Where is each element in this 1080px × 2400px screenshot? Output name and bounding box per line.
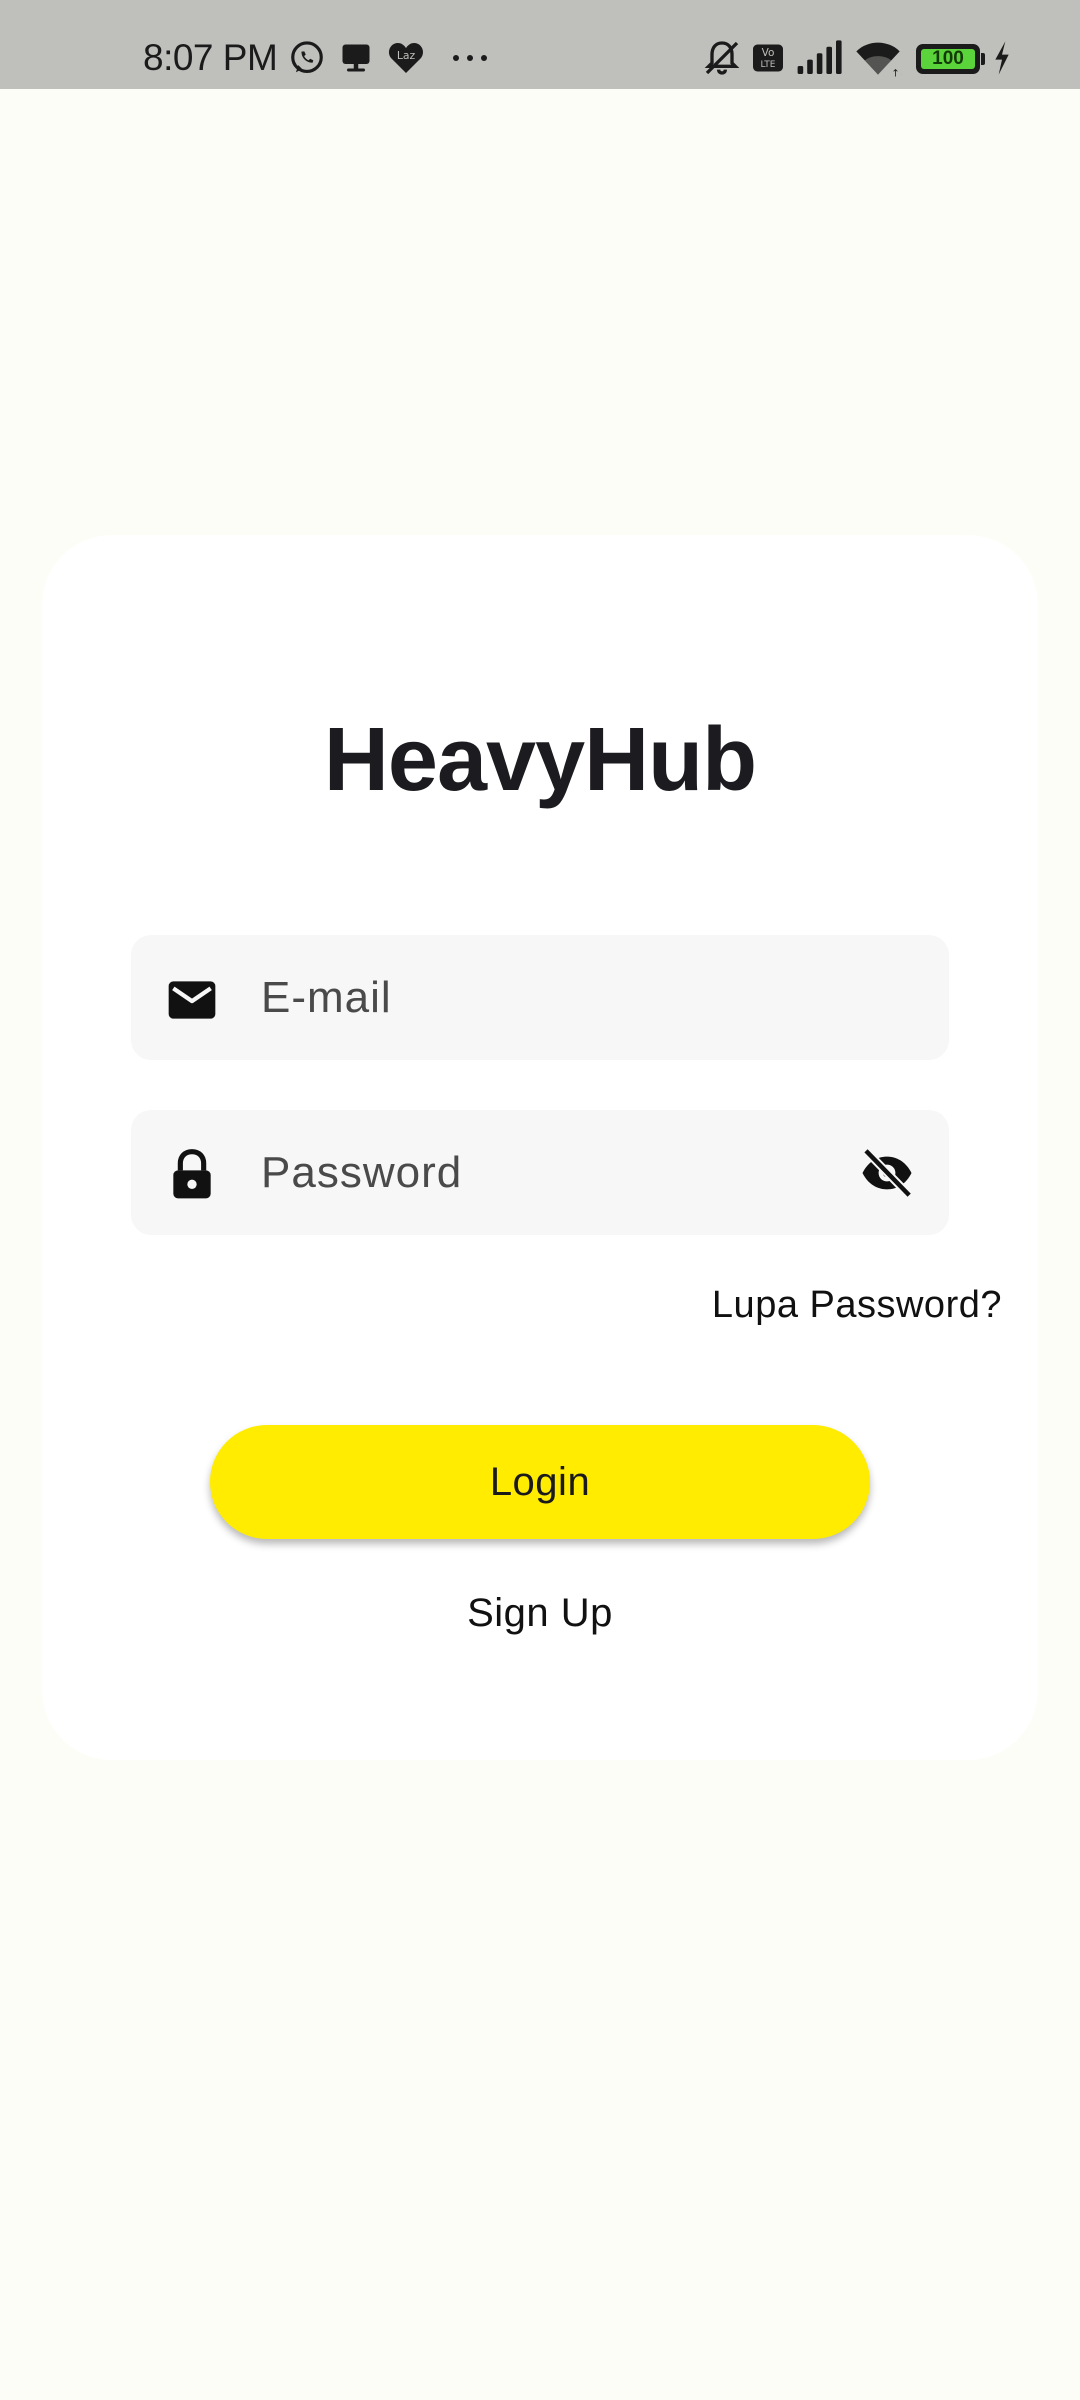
visibility-off-icon[interactable] — [855, 1145, 919, 1201]
signup-link[interactable]: Sign Up — [0, 1588, 1080, 1638]
svg-text:LTE: LTE — [761, 60, 776, 70]
whatsapp-icon — [288, 38, 326, 80]
email-field[interactable] — [131, 935, 949, 1060]
password-field[interactable] — [131, 1110, 949, 1235]
svg-text:↑↓: ↑↓ — [891, 68, 902, 78]
battery-icon: 100 — [916, 44, 980, 74]
mail-icon — [164, 972, 220, 1028]
lock-icon — [164, 1147, 220, 1203]
battery-tip — [981, 53, 985, 65]
status-time: 8:07 PM — [143, 37, 278, 78]
silent-bell-icon — [702, 38, 742, 80]
battery-level: 100 — [921, 49, 975, 69]
lazada-icon: Laz — [386, 38, 426, 80]
wifi-icon: ↑↓ — [854, 38, 902, 80]
status-bar: 8:07 PM Laz Vo LTE ↑ 100 — [0, 0, 1080, 89]
notification-icon — [338, 38, 374, 80]
login-button[interactable]: Login — [210, 1425, 870, 1539]
app-title: HeavyHub — [323, 710, 757, 810]
volte-icon: Vo LTE — [750, 38, 786, 80]
more-icon — [450, 46, 490, 88]
password-input[interactable] — [261, 1110, 821, 1235]
svg-text:Vo: Vo — [762, 47, 775, 59]
email-input[interactable] — [261, 935, 821, 1060]
signal-icon — [796, 38, 844, 80]
charging-icon — [990, 38, 1014, 80]
forgot-password-link[interactable]: Lupa Password? — [712, 1280, 1002, 1330]
lazada-label: Laz — [397, 49, 416, 62]
